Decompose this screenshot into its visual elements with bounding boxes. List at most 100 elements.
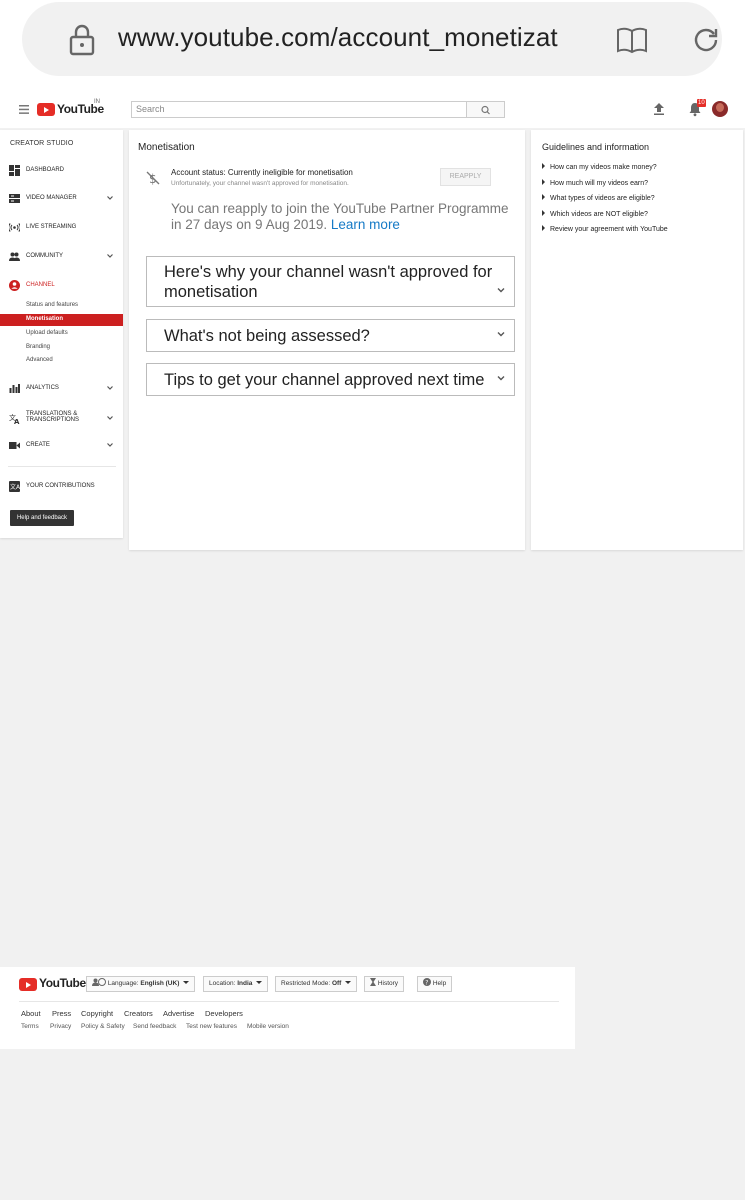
sidebar-item-label: YOUR CONTRIBUTIONS [26,483,95,489]
chevron-down-icon[interactable] [106,414,114,422]
sidebar-item-create[interactable]: CREATE [0,439,123,453]
accordion-title: Tips to get your channel approved next t… [164,371,485,389]
guideline-link[interactable]: How much will my videos earn? [542,179,648,187]
logo-country: IN [94,99,100,105]
sidebar-subitem-branding[interactable]: Branding [0,342,123,354]
svg-text:A: A [14,418,20,424]
footer-link-advertise[interactable]: Advertise [163,1009,194,1018]
creator-studio-sidebar: CREATOR STUDIO DASHBOARD VIDEO MANAGER L… [0,130,123,538]
history-button[interactable]: History [364,976,405,992]
footer-link-about[interactable]: About [21,1009,41,1018]
sidebar-subitem-advanced[interactable]: Advanced [0,355,123,367]
footer-link-creators[interactable]: Creators [124,1009,153,1018]
create-icon [9,442,20,449]
page-title: Monetisation [138,142,195,153]
sidebar-item-translations[interactable]: 文A TRANSLATIONS & TRANSCRIPTIONS [0,410,123,428]
youtube-play-icon [37,103,55,116]
guidelines-panel: Guidelines and information How can my vi… [531,130,743,550]
guidelines-title: Guidelines and information [542,142,650,152]
subitem-label: Monetisation [26,316,63,322]
sidebar-item-label: VIDEO MANAGER [26,195,77,201]
sidebar-title: CREATOR STUDIO [10,140,74,147]
footer-link-terms[interactable]: Terms [21,1023,39,1030]
guideline-link[interactable]: Review your agreement with YouTube [542,225,668,233]
reload-icon[interactable] [692,26,720,54]
subitem-label: Status and features [26,302,79,308]
svg-text:?: ? [425,980,428,987]
reapply-button[interactable]: REAPPLY [440,168,491,186]
location-label: Location: [209,980,236,987]
reader-mode-icon[interactable] [616,26,648,54]
restricted-mode-button[interactable]: Restricted Mode: Off [275,976,358,992]
help-and-feedback-button[interactable]: Help and feedback [10,510,74,526]
sidebar-item-dashboard[interactable]: DASHBOARD [0,164,123,178]
sidebar-item-live-streaming[interactable]: LIVE STREAMING [0,221,123,235]
accordion-why-not-approved[interactable]: Here's why your channel wasn't approved … [146,256,515,307]
dropdown-caret-icon [183,981,190,984]
footer-divider [19,1001,559,1002]
sidebar-subitem-monetisation[interactable]: Monetisation [0,314,123,326]
guideline-link[interactable]: Which videos are NOT eligible? [542,210,648,218]
video-manager-icon [9,194,20,203]
address-bar[interactable]: www.youtube.com/account_monetizat [22,2,722,76]
sidebar-item-label: ANALYTICS [26,385,59,391]
chevron-down-icon [497,376,505,381]
subitem-label: Upload defaults [26,330,68,336]
url-text[interactable]: www.youtube.com/account_monetizat [118,22,578,53]
sidebar-item-video-manager[interactable]: VIDEO MANAGER [0,192,123,206]
chevron-down-icon[interactable] [106,194,114,202]
avatar[interactable] [712,101,728,117]
account-status-title: Account status: Currently ineligible for… [171,168,353,177]
lock-icon [69,24,95,56]
community-icon [9,252,20,261]
sidebar-item-label: DASHBOARD [26,167,65,173]
dropdown-caret-icon [345,981,352,984]
history-label: History [377,980,399,987]
footer-link-send-feedback[interactable]: Send feedback [133,1023,176,1030]
footer-link-policy-safety[interactable]: Policy & Safety [81,1023,125,1030]
sidebar-item-community[interactable]: COMMUNITY [0,250,123,264]
chevron-down-icon[interactable] [106,384,114,392]
reapply-note: You can reapply to join the YouTube Part… [171,201,521,233]
chevron-down-icon [497,288,505,293]
footer-link-test-new-features[interactable]: Test new features [186,1023,237,1030]
translate-icon: 文A [9,413,20,424]
learn-more-link[interactable]: Learn more [331,217,400,232]
search-input[interactable]: Search [131,101,467,118]
footer-link-privacy[interactable]: Privacy [50,1023,71,1030]
language-value: English (UK) [140,980,180,987]
sidebar-item-label: COMMUNITY [26,253,63,259]
channel-icon [9,280,20,291]
sidebar-subitem-upload-defaults[interactable]: Upload defaults [0,328,123,340]
location-button[interactable]: Location: India [203,976,269,992]
svg-text:文A: 文A [10,483,20,491]
help-button[interactable]: ? Help [417,976,453,992]
footer-link-mobile-version[interactable]: Mobile version [247,1023,289,1030]
upload-icon[interactable] [653,102,665,116]
search-button[interactable] [466,101,505,118]
chevron-down-icon[interactable] [106,252,114,260]
help-label: Help [432,980,447,987]
sidebar-subitem-status-and-features[interactable]: Status and features [0,300,123,312]
sidebar-item-label: LIVE STREAMING [26,224,77,230]
sidebar-item-label: CREATE [26,442,50,448]
language-label: Language: [107,980,139,987]
dashboard-icon [9,165,20,176]
accordion-not-assessed[interactable]: What's not being assessed? [146,319,515,352]
menu-icon[interactable] [19,105,29,114]
monetisation-off-icon: $ [146,171,160,185]
accordion-tips[interactable]: Tips to get your channel approved next t… [146,363,515,396]
account-status-subtitle: Unfortunately, your channel wasn't appro… [171,180,349,187]
language-button[interactable]: Language: English (UK) [86,976,196,992]
contributions-icon: 文A [9,481,20,492]
chevron-down-icon [497,332,505,337]
footer-link-developers[interactable]: Developers [205,1009,243,1018]
footer-link-press[interactable]: Press [52,1009,71,1018]
guideline-link[interactable]: What types of videos are eligible? [542,194,655,202]
sidebar-item-your-contributions[interactable]: 文A YOUR CONTRIBUTIONS [0,480,123,494]
footer-link-copyright[interactable]: Copyright [81,1009,113,1018]
chevron-down-icon[interactable] [106,441,114,449]
sidebar-item-channel[interactable]: CHANNEL [0,279,123,293]
sidebar-item-analytics[interactable]: ANALYTICS [0,382,123,396]
guideline-link[interactable]: How can my videos make money? [542,163,657,171]
